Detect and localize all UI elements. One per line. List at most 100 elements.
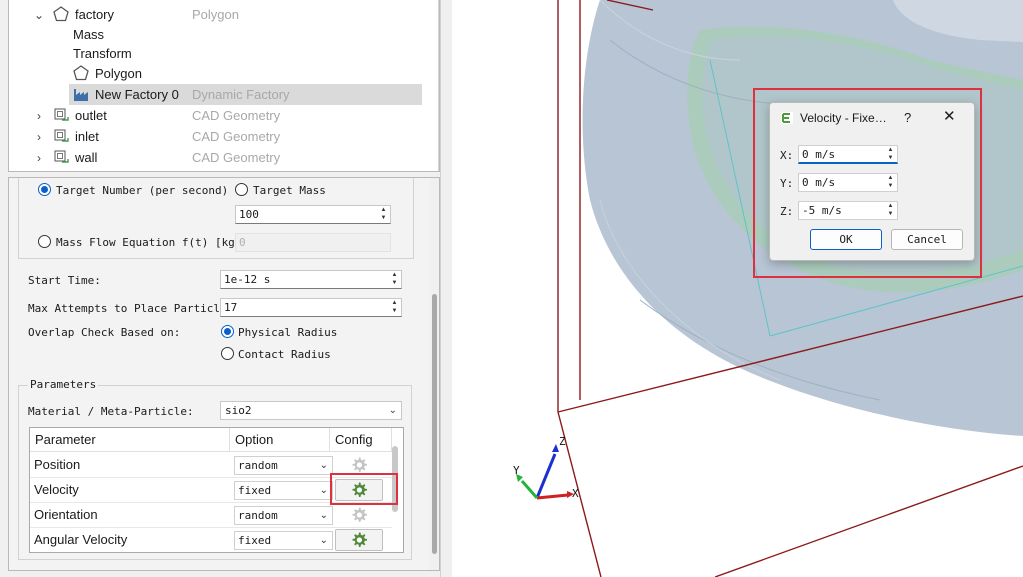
option-value: random: [238, 459, 278, 472]
app-icon: [780, 111, 794, 128]
scene-tree: ⌄ factory Polygon Mass Transform Polygon: [8, 0, 440, 172]
tree-item-label: Transform: [73, 46, 132, 61]
x-velocity-label: X:: [780, 149, 794, 162]
x-axis: [536, 493, 569, 500]
tree-item-type: Polygon: [192, 7, 239, 22]
mass-flow-value: 0: [239, 236, 246, 249]
column-header-parameter[interactable]: Parameter: [30, 428, 230, 452]
chevron-right-icon[interactable]: ›: [33, 109, 45, 123]
table-row-position: Position random ⌄: [30, 453, 392, 478]
spin-arrows-icon[interactable]: ▲ ▼: [884, 174, 897, 191]
max-attempts-spinbox[interactable]: 17 ▲ ▼: [220, 298, 402, 317]
tree-item-label: New Factory 0: [95, 87, 179, 102]
tree-item-type: Dynamic Factory: [192, 87, 290, 102]
max-attempts-label: Max Attempts to Place Particle:: [28, 302, 234, 315]
z-velocity-spinbox[interactable]: -5 m/s ▲ ▼: [798, 201, 898, 220]
tree-item-label: wall: [75, 150, 98, 165]
chevron-right-icon[interactable]: ›: [33, 151, 45, 165]
scene-render: Z X Y: [513, 0, 1023, 577]
tree-item-type: CAD Geometry: [192, 150, 281, 165]
spin-arrows-icon[interactable]: ▲ ▼: [884, 202, 897, 219]
tree-item-mass[interactable]: Mass: [9, 24, 429, 45]
properties-scrollbar[interactable]: [430, 178, 439, 570]
velocity-fixed-dialog: Velocity - Fixe… ? ✕ X: 0 m/s ▲ ▼ Y: 0 m/…: [769, 102, 975, 261]
parameters-table: Parameter Option Config Position random ⌄…: [29, 427, 404, 553]
contact-radius-radio[interactable]: [221, 347, 234, 360]
help-button[interactable]: ?: [904, 110, 911, 125]
start-time-spinbox[interactable]: 1e-12 s ▲ ▼: [220, 270, 402, 289]
mass-flow-input[interactable]: 0: [235, 233, 391, 252]
y-velocity-value: 0 m/s: [802, 176, 836, 189]
angular-velocity-config-button[interactable]: [335, 529, 383, 551]
physical-radius-radio[interactable]: [221, 325, 234, 338]
position-option-select[interactable]: random ⌄: [234, 456, 333, 475]
gear-icon: [352, 482, 368, 498]
table-row-orientation: Orientation random ⌄: [30, 503, 392, 528]
option-value: fixed: [238, 534, 272, 547]
panel-splitter[interactable]: [440, 0, 452, 577]
ok-button[interactable]: OK: [810, 229, 882, 250]
orientation-config-button[interactable]: [335, 504, 383, 526]
table-row-angular-velocity: Angular Velocity fixed ⌄: [30, 528, 392, 553]
factory-icon: [73, 86, 89, 102]
tree-item-label: Polygon: [95, 66, 142, 81]
target-number-radio[interactable]: [38, 183, 51, 196]
table-scrollbar[interactable]: [392, 446, 398, 512]
cad-geometry-icon: [53, 128, 69, 144]
column-header-option[interactable]: Option: [230, 428, 330, 452]
dialog-title: Velocity - Fixe…: [800, 111, 887, 125]
tree-item-outlet[interactable]: › outlet CAD Geometry: [9, 105, 429, 126]
cad-geometry-icon: [53, 149, 69, 165]
x-velocity-value: 0 m/s: [802, 148, 836, 161]
gear-icon: [352, 457, 368, 473]
chevron-down-icon: ⌄: [388, 405, 397, 416]
tree-item-wall[interactable]: › wall CAD Geometry: [9, 147, 429, 168]
tree-item-new-factory[interactable]: New Factory 0 Dynamic Factory: [69, 84, 422, 105]
chevron-down-icon: ⌄: [319, 510, 328, 521]
z-axis: [535, 453, 557, 499]
max-attempts-value: 17: [224, 301, 238, 314]
spin-arrows-icon[interactable]: ▲ ▼: [388, 271, 401, 288]
velocity-config-button[interactable]: [335, 479, 383, 501]
target-value-spinbox[interactable]: 100 ▲ ▼: [235, 205, 391, 224]
y-velocity-spinbox[interactable]: 0 m/s ▲ ▼: [798, 173, 898, 192]
tree-item-transform[interactable]: Transform: [9, 43, 429, 64]
tree-item-factory[interactable]: ⌄ factory Polygon: [9, 4, 429, 25]
y-velocity-label: Y:: [780, 177, 794, 190]
spin-arrows-icon[interactable]: ▲ ▼: [388, 299, 401, 316]
chevron-right-icon[interactable]: ›: [33, 130, 45, 144]
x-axis-label: X: [572, 487, 579, 500]
y-axis: [520, 480, 539, 499]
tree-item-polygon[interactable]: Polygon: [9, 63, 429, 84]
parameter-name: Orientation: [34, 507, 98, 522]
chevron-down-icon[interactable]: ⌄: [33, 8, 45, 22]
z-velocity-value: -5 m/s: [802, 204, 842, 217]
chevron-down-icon: ⌄: [319, 535, 328, 546]
parameter-name: Velocity: [34, 482, 79, 497]
gear-icon: [352, 532, 368, 548]
properties-scrollbar-thumb[interactable]: [432, 294, 437, 554]
position-config-button[interactable]: [335, 454, 383, 476]
x-velocity-spinbox[interactable]: 0 m/s ▲ ▼: [798, 145, 898, 164]
orientation-option-select[interactable]: random ⌄: [234, 506, 333, 525]
target-mass-radio[interactable]: [235, 183, 248, 196]
parameters-group-title: Parameters: [28, 378, 99, 391]
velocity-option-select[interactable]: fixed ⌄: [234, 481, 333, 500]
column-header-config[interactable]: Config: [330, 428, 392, 452]
3d-viewport[interactable]: Z X Y: [452, 0, 1023, 577]
spin-arrows-icon[interactable]: ▲ ▼: [884, 146, 897, 163]
angular-velocity-option-select[interactable]: fixed ⌄: [234, 531, 333, 550]
overlap-label: Overlap Check Based on:: [28, 326, 181, 339]
material-select[interactable]: sio2 ⌄: [220, 401, 402, 420]
spin-arrows-icon[interactable]: ▲ ▼: [377, 206, 390, 223]
left-pane: ⌄ factory Polygon Mass Transform Polygon: [0, 0, 452, 577]
close-button[interactable]: ✕: [943, 107, 956, 125]
mass-flow-radio[interactable]: [38, 235, 51, 248]
start-time-label: Start Time:: [28, 274, 101, 287]
material-value: sio2: [225, 404, 252, 417]
factory-properties-panel: Target Number (per second) Target Mass 1…: [8, 177, 440, 571]
tree-item-inlet[interactable]: › inlet CAD Geometry: [9, 126, 429, 147]
cancel-button[interactable]: Cancel: [891, 229, 963, 250]
chevron-down-icon: ⌄: [319, 460, 328, 471]
tree-item-type: CAD Geometry: [192, 108, 281, 123]
